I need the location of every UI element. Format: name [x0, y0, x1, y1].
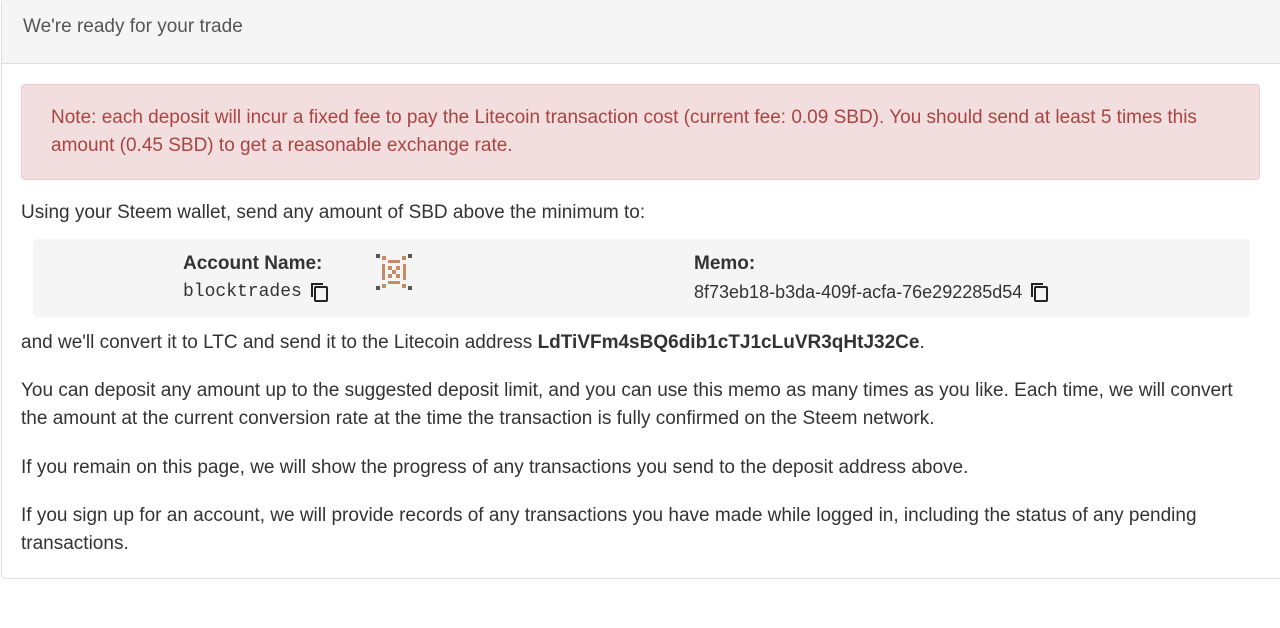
- account-field: Account Name: blocktrades: [183, 251, 330, 307]
- deposit-details: Account Name: blocktrades Memo: 8f73eb18…: [33, 239, 1250, 317]
- deposit-limit-paragraph: You can deposit any amount up to the sug…: [21, 380, 1233, 429]
- fee-warning-alert: Note: each deposit will incur a fixed fe…: [21, 84, 1260, 180]
- litecoin-address[interactable]: LdTiVFm4sBQ6dib1cTJ1cLuVR3qHtJ32Ce: [538, 332, 920, 353]
- copy-icon[interactable]: [308, 281, 330, 303]
- account-name-row: blocktrades: [183, 277, 330, 307]
- memo-label: Memo:: [694, 253, 756, 274]
- identicon: [374, 252, 414, 292]
- progress-paragraph: If you remain on this page, we will show…: [21, 457, 969, 478]
- memo-value[interactable]: 8f73eb18-b3da-409f-acfa-76e292285d54: [694, 277, 1022, 307]
- send-instruction: Using your Steem wallet, send any amount…: [21, 202, 646, 223]
- account-name-value[interactable]: blocktrades: [183, 277, 302, 307]
- panel-heading: We're ready for your trade: [2, 0, 1280, 64]
- signup-paragraph: If you sign up for an account, we will p…: [21, 505, 1197, 554]
- copy-icon[interactable]: [1028, 281, 1050, 303]
- convert-line: and we'll convert it to LTC and send it …: [21, 329, 1256, 357]
- memo-field: Memo: 8f73eb18-b3da-409f-acfa-76e292285d…: [694, 251, 1050, 307]
- convert-suffix: .: [919, 332, 925, 353]
- convert-prefix: and we'll convert it to LTC and send it …: [21, 332, 538, 353]
- account-name-label: Account Name:: [183, 253, 323, 274]
- memo-row: 8f73eb18-b3da-409f-acfa-76e292285d54: [694, 277, 1050, 307]
